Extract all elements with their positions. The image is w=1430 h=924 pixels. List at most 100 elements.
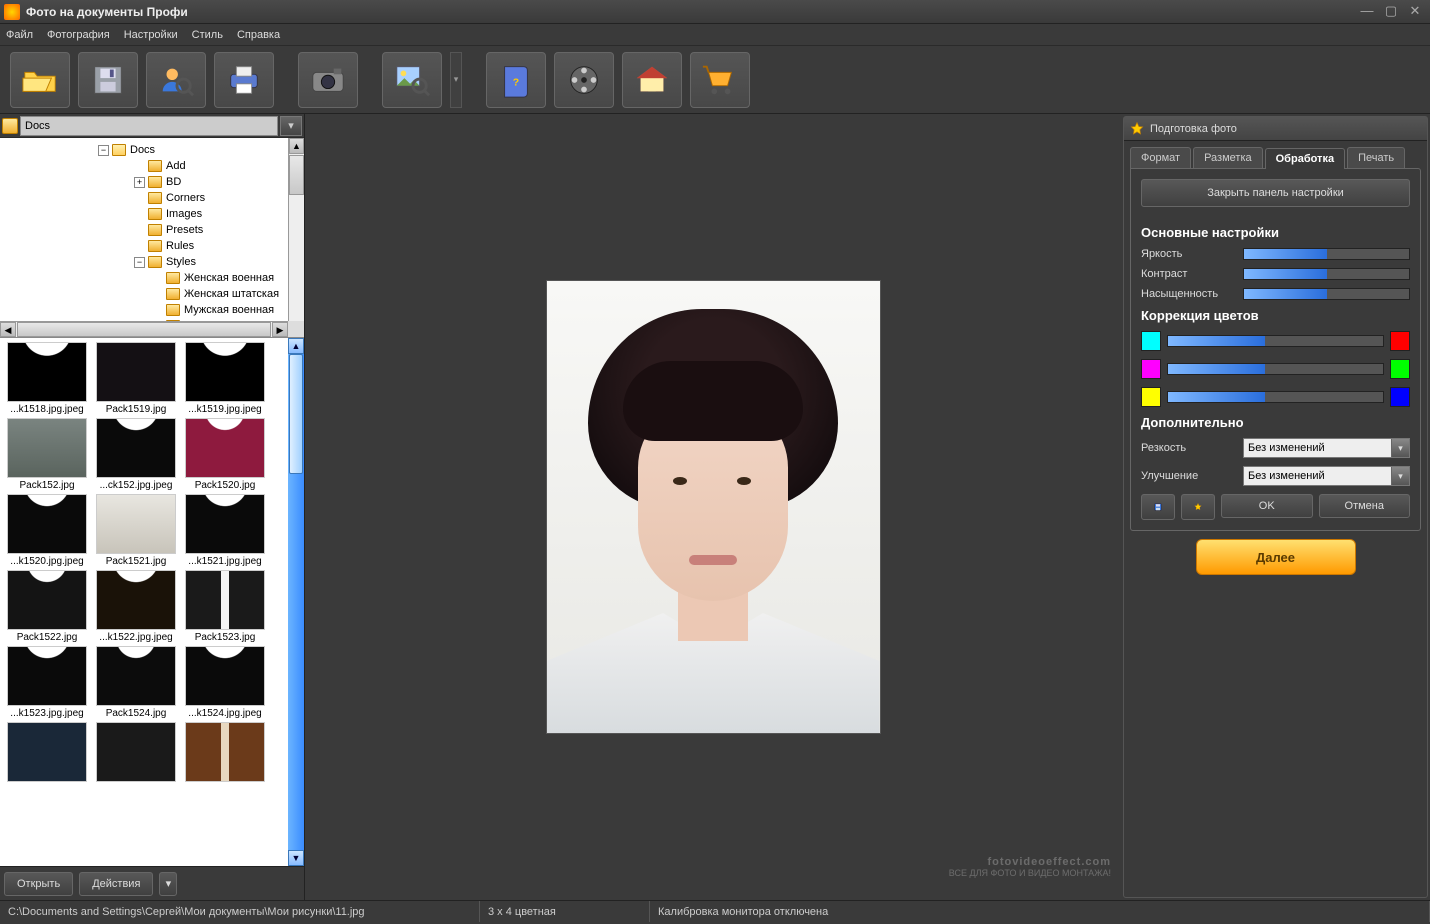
menu-file[interactable]: Файл — [6, 29, 33, 41]
menu-style[interactable]: Стиль — [192, 29, 223, 41]
tree-hscroll[interactable]: ◀▶ — [0, 321, 288, 337]
thumbnail-item[interactable]: Pack1522.jpg — [4, 570, 90, 643]
left-panel: ▾ − Docs Add+BDCornersImagesPresetsRules… — [0, 114, 305, 900]
search-user-icon — [157, 61, 195, 99]
thumbnail-item[interactable] — [4, 722, 90, 784]
film-reel-icon — [565, 61, 603, 99]
tree-item[interactable]: Мужская военная — [2, 302, 302, 318]
toolbar-open[interactable] — [10, 52, 70, 108]
document-photo[interactable] — [546, 280, 881, 734]
tree-item[interactable]: Corners — [2, 190, 302, 206]
toolbar-home[interactable] — [622, 52, 682, 108]
tree-item[interactable]: Женская штатская — [2, 286, 302, 302]
toolbar-photo-search-dropdown[interactable]: ▾ — [450, 52, 462, 108]
color-slider[interactable] — [1167, 335, 1384, 347]
save-icon — [1154, 498, 1162, 516]
thumbnail-item[interactable] — [93, 722, 179, 784]
extra-header: Дополнительно — [1141, 415, 1410, 430]
tab-format[interactable]: Формат — [1130, 147, 1191, 168]
color-swatch-right — [1390, 331, 1410, 351]
thumbnail-item[interactable]: ...k1518.jpg.jpeg — [4, 342, 90, 415]
cancel-button[interactable]: Отмена — [1319, 494, 1411, 518]
thumbnail-item[interactable]: ...k1524.jpg.jpeg — [182, 646, 268, 719]
close-panel-button[interactable]: Закрыть панель настройки — [1141, 179, 1410, 207]
toolbar-photo-search[interactable] — [382, 52, 442, 108]
enhance-combo[interactable]: Без изменений▾ — [1243, 466, 1410, 486]
cart-icon — [701, 61, 739, 99]
toolbar-help[interactable]: ? — [486, 52, 546, 108]
status-size: 3 x 4 цветная — [480, 901, 650, 922]
camera-icon — [309, 61, 347, 99]
save-preset-button[interactable] — [1141, 494, 1175, 520]
minimize-button[interactable]: — — [1356, 4, 1378, 20]
photo-search-icon — [393, 61, 431, 99]
thumbnail-item[interactable]: ...k1522.jpg.jpeg — [93, 570, 179, 643]
toolbar-save[interactable] — [78, 52, 138, 108]
close-button[interactable]: ✕ — [1404, 4, 1426, 20]
tab-print[interactable]: Печать — [1347, 147, 1405, 168]
thumbnail-item[interactable] — [182, 722, 268, 784]
thumbnail-item[interactable]: Pack1521.jpg — [93, 494, 179, 567]
tree-vscroll[interactable]: ▲ — [288, 138, 304, 321]
maximize-button[interactable]: ▢ — [1380, 4, 1402, 20]
toolbar-camera[interactable] — [298, 52, 358, 108]
toolbar-media[interactable] — [554, 52, 614, 108]
tree-root[interactable]: Docs — [130, 144, 155, 156]
menubar: Файл Фотография Настройки Стиль Справка — [0, 24, 1430, 46]
color-slider[interactable] — [1167, 391, 1384, 403]
tab-process[interactable]: Обработка — [1265, 148, 1345, 169]
print-icon — [225, 61, 263, 99]
basic-settings-header: Основные настройки — [1141, 225, 1410, 240]
open-button[interactable]: Открыть — [4, 872, 73, 896]
actions-dropdown[interactable]: ▾ — [159, 872, 177, 896]
thumbnail-item[interactable]: ...k1520.jpg.jpeg — [4, 494, 90, 567]
status-calibration: Калибровка монитора отключена — [650, 901, 1430, 922]
thumbnail-item[interactable]: ...k1523.jpg.jpeg — [4, 646, 90, 719]
menu-photo[interactable]: Фотография — [47, 29, 110, 41]
folder-tree[interactable]: − Docs Add+BDCornersImagesPresetsRules−S… — [0, 138, 304, 338]
thumbnail-item[interactable]: Pack1519.jpg — [93, 342, 179, 415]
folder-open-icon — [21, 61, 59, 99]
color-swatch-left — [1141, 331, 1161, 351]
tab-layout[interactable]: Разметка — [1193, 147, 1263, 168]
tree-item[interactable]: Женская военная — [2, 270, 302, 286]
tree-item[interactable]: Add — [2, 158, 302, 174]
menu-help[interactable]: Справка — [237, 29, 280, 41]
thumbnail-item[interactable]: ...k1519.jpg.jpeg — [182, 342, 268, 415]
tree-item[interactable]: Rules — [2, 238, 302, 254]
color-slider[interactable] — [1167, 363, 1384, 375]
thumbnail-item[interactable]: ...ck152.jpg.jpeg — [93, 418, 179, 491]
thumbnail-item[interactable]: Pack152.jpg — [4, 418, 90, 491]
thumbnail-item[interactable]: Pack1524.jpg — [93, 646, 179, 719]
tree-item[interactable]: −Styles — [2, 254, 302, 270]
tree-item[interactable]: +BD — [2, 174, 302, 190]
thumbnail-item[interactable]: ...k1521.jpg.jpeg — [182, 494, 268, 567]
help-book-icon: ? — [497, 61, 535, 99]
favorite-button[interactable] — [1181, 494, 1215, 520]
saturation-slider[interactable] — [1243, 288, 1410, 300]
svg-text:?: ? — [513, 77, 519, 88]
menu-settings[interactable]: Настройки — [124, 29, 178, 41]
titlebar: Фото на документы Профи — ▢ ✕ — [0, 0, 1430, 24]
enhance-label: Улучшение — [1141, 470, 1237, 482]
home-icon — [633, 61, 671, 99]
toolbar-cart[interactable] — [690, 52, 750, 108]
tree-item[interactable]: Presets — [2, 222, 302, 238]
save-icon — [89, 61, 127, 99]
brightness-slider[interactable] — [1243, 248, 1410, 260]
sharpness-combo[interactable]: Без изменений▾ — [1243, 438, 1410, 458]
toolbar-print[interactable] — [214, 52, 274, 108]
toolbar-search-user[interactable] — [146, 52, 206, 108]
contrast-slider[interactable] — [1243, 268, 1410, 280]
actions-button[interactable]: Действия — [79, 872, 153, 896]
thumbnail-item[interactable]: Pack1520.jpg — [182, 418, 268, 491]
tree-item[interactable]: Images — [2, 206, 302, 222]
brightness-label: Яркость — [1141, 248, 1237, 260]
path-input[interactable] — [20, 116, 278, 136]
ok-button[interactable]: OK — [1221, 494, 1313, 518]
path-dropdown[interactable]: ▾ — [280, 116, 302, 136]
statusbar: C:\Documents and Settings\Сергей\Мои док… — [0, 900, 1430, 922]
thumbs-vscroll[interactable]: ▲▼ — [288, 338, 304, 866]
thumbnail-item[interactable]: Pack1523.jpg — [182, 570, 268, 643]
next-button[interactable]: Далее — [1196, 539, 1356, 575]
